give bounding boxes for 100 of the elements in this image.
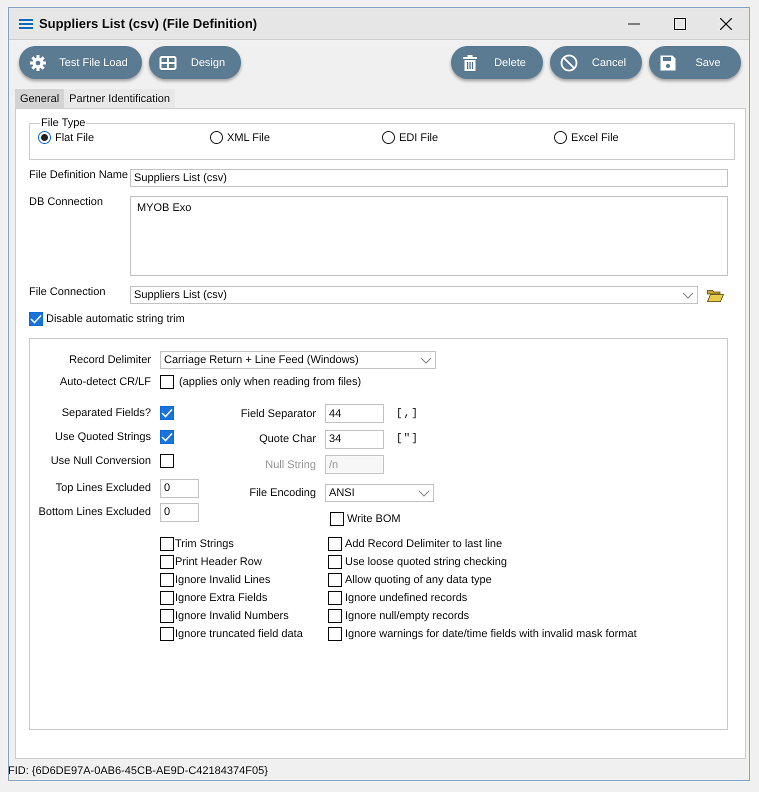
tab[interactable]: General xyxy=(15,89,64,108)
checkbox-option[interactable]: Ignore null/empty records xyxy=(328,606,637,624)
radio-option[interactable]: XML File xyxy=(210,131,382,144)
checkbox[interactable] xyxy=(328,572,342,586)
checkbox[interactable] xyxy=(29,312,43,326)
hint-text: (applies only when reading from files) xyxy=(179,376,362,388)
field-label: Field Separator xyxy=(240,408,316,420)
menu-icon[interactable] xyxy=(19,18,33,28)
checkbox-option[interactable]: Use loose quoted string checking xyxy=(328,552,637,570)
radio-button[interactable] xyxy=(382,131,395,144)
checkbox-option[interactable]: Write BOM xyxy=(330,512,401,526)
checkbox[interactable] xyxy=(330,512,344,526)
checkbox-label: Ignore Extra Fields xyxy=(175,592,268,604)
field-label: Top Lines Excluded xyxy=(54,482,151,494)
radio-option[interactable]: Excel File xyxy=(554,131,726,144)
trash-icon xyxy=(461,54,479,72)
folder-icon[interactable] xyxy=(707,288,724,302)
checkbox-option[interactable]: Allow quoting of any data type xyxy=(328,570,637,588)
checkbox[interactable] xyxy=(328,608,342,622)
dropdown-field[interactable]: Suppliers List (csv) xyxy=(130,286,698,304)
checkbox-option[interactable]: Ignore Invalid Numbers xyxy=(160,606,328,624)
toolbar-button[interactable]: Delete xyxy=(451,46,543,79)
chevron-down-icon[interactable] xyxy=(418,490,430,497)
checkbox-option[interactable]: Ignore undefined records xyxy=(328,588,637,606)
cancel-icon xyxy=(560,54,578,72)
checkbox-option[interactable]: Ignore truncated field data xyxy=(160,624,328,642)
input-field[interactable]: 34 xyxy=(325,430,384,449)
checkbox-option[interactable]: Ignore warnings for date/time fields with invalid mask format xyxy=(328,624,637,642)
checkbox-label: Ignore warnings for date/time fields with invalid mask format xyxy=(345,628,637,640)
field-label: Auto-detect CR/LF xyxy=(58,376,151,388)
checkbox[interactable] xyxy=(160,572,174,586)
checkbox-label: Ignore truncated field data xyxy=(175,628,303,640)
input-field[interactable]: 0 xyxy=(160,502,199,522)
dropdown-field[interactable]: Carriage Return + Line Feed (Windows) xyxy=(160,351,436,369)
radio-button[interactable] xyxy=(554,131,567,144)
checkbox[interactable] xyxy=(160,554,174,568)
dropdown-field[interactable]: ANSI xyxy=(325,484,434,502)
checkbox-label: Add Record Delimiter to last line xyxy=(345,538,502,550)
checkbox[interactable] xyxy=(160,430,174,444)
checkbox-label: Ignore Invalid Numbers xyxy=(175,610,289,622)
checkbox[interactable] xyxy=(160,536,174,550)
window-title: Suppliers List (csv) (File Definition) xyxy=(39,16,258,31)
checkbox[interactable] xyxy=(160,590,174,604)
status-text: FID: {6D6DE97A-0AB6-45CB-AE9D-C42184374F05} xyxy=(8,764,269,777)
chevron-down-icon[interactable] xyxy=(420,356,432,364)
radio-option[interactable]: EDI File xyxy=(382,131,554,144)
field-label: File Definition Name xyxy=(29,169,130,183)
checkbox-label: Trim Strings xyxy=(175,538,234,550)
checkbox-label: Ignore Invalid Lines xyxy=(175,574,270,586)
checkbox[interactable] xyxy=(160,375,174,389)
checkbox-label: Allow quoting of any data type xyxy=(345,574,492,586)
chevron-down-icon[interactable] xyxy=(682,292,694,298)
checkbox-label: Write BOM xyxy=(347,512,401,525)
close-icon[interactable] xyxy=(720,18,732,30)
input-field[interactable]: 44 xyxy=(325,404,384,424)
radio-button[interactable] xyxy=(38,131,51,144)
toolbar-button[interactable]: Design xyxy=(149,46,241,79)
checkbox-option[interactable]: Add Record Delimiter to last line xyxy=(328,534,637,552)
checkbox-label: Ignore null/empty records xyxy=(345,610,470,622)
field-label: File Connection xyxy=(29,286,106,298)
toolbar-button[interactable]: Save xyxy=(649,46,741,79)
group-title: File Type xyxy=(40,117,86,129)
checkbox-option[interactable]: Print Header Row xyxy=(160,552,328,570)
checkbox-label: Print Header Row xyxy=(175,556,262,568)
radio-label: XML File xyxy=(227,132,270,144)
radio-button[interactable] xyxy=(210,131,223,144)
field-label: Use Quoted Strings xyxy=(54,431,151,443)
checkbox[interactable] xyxy=(328,536,342,550)
checkbox-label: Disable automatic string trim xyxy=(46,313,185,325)
checkbox-option[interactable]: Ignore Invalid Lines xyxy=(160,570,328,588)
checkbox[interactable] xyxy=(328,554,342,568)
field-label: File Encoding xyxy=(248,487,316,500)
character-hint: [,] xyxy=(396,408,419,420)
checkbox[interactable] xyxy=(160,454,174,468)
field-label: Record Delimiter xyxy=(68,354,151,366)
checkbox-option[interactable]: Trim Strings xyxy=(160,534,328,552)
field-label: Use Null Conversion xyxy=(50,455,151,467)
radio-label: Flat File xyxy=(55,132,94,144)
checkbox[interactable] xyxy=(160,608,174,622)
text-area[interactable]: MYOB Exo xyxy=(130,196,728,276)
checkbox-option[interactable]: Ignore Extra Fields xyxy=(160,588,328,606)
input-field[interactable]: 0 xyxy=(160,478,199,498)
checkbox-label: Use loose quoted string checking xyxy=(345,556,508,568)
checkbox-label: Ignore undefined records xyxy=(345,592,468,604)
field-label: Separated Fields? xyxy=(60,407,151,419)
input-field[interactable]: Suppliers List (csv) xyxy=(130,169,728,187)
field-label: Bottom Lines Excluded xyxy=(37,506,151,518)
save-icon xyxy=(659,54,677,72)
field-label: Quote Char xyxy=(258,433,316,446)
radio-option[interactable]: Flat File xyxy=(38,131,210,144)
checkbox[interactable] xyxy=(328,590,342,604)
checkbox[interactable] xyxy=(160,406,174,420)
toolbar-button[interactable]: Test File Load xyxy=(19,46,142,79)
toolbar-button[interactable]: Cancel xyxy=(550,46,642,79)
checkbox[interactable] xyxy=(160,626,174,640)
checkbox[interactable] xyxy=(328,626,342,640)
tab[interactable]: Partner Identification xyxy=(64,89,176,108)
maximize-icon[interactable] xyxy=(674,18,686,30)
checkbox-option[interactable]: Disable automatic string trim xyxy=(29,312,728,326)
field-label: Null String xyxy=(264,458,316,471)
